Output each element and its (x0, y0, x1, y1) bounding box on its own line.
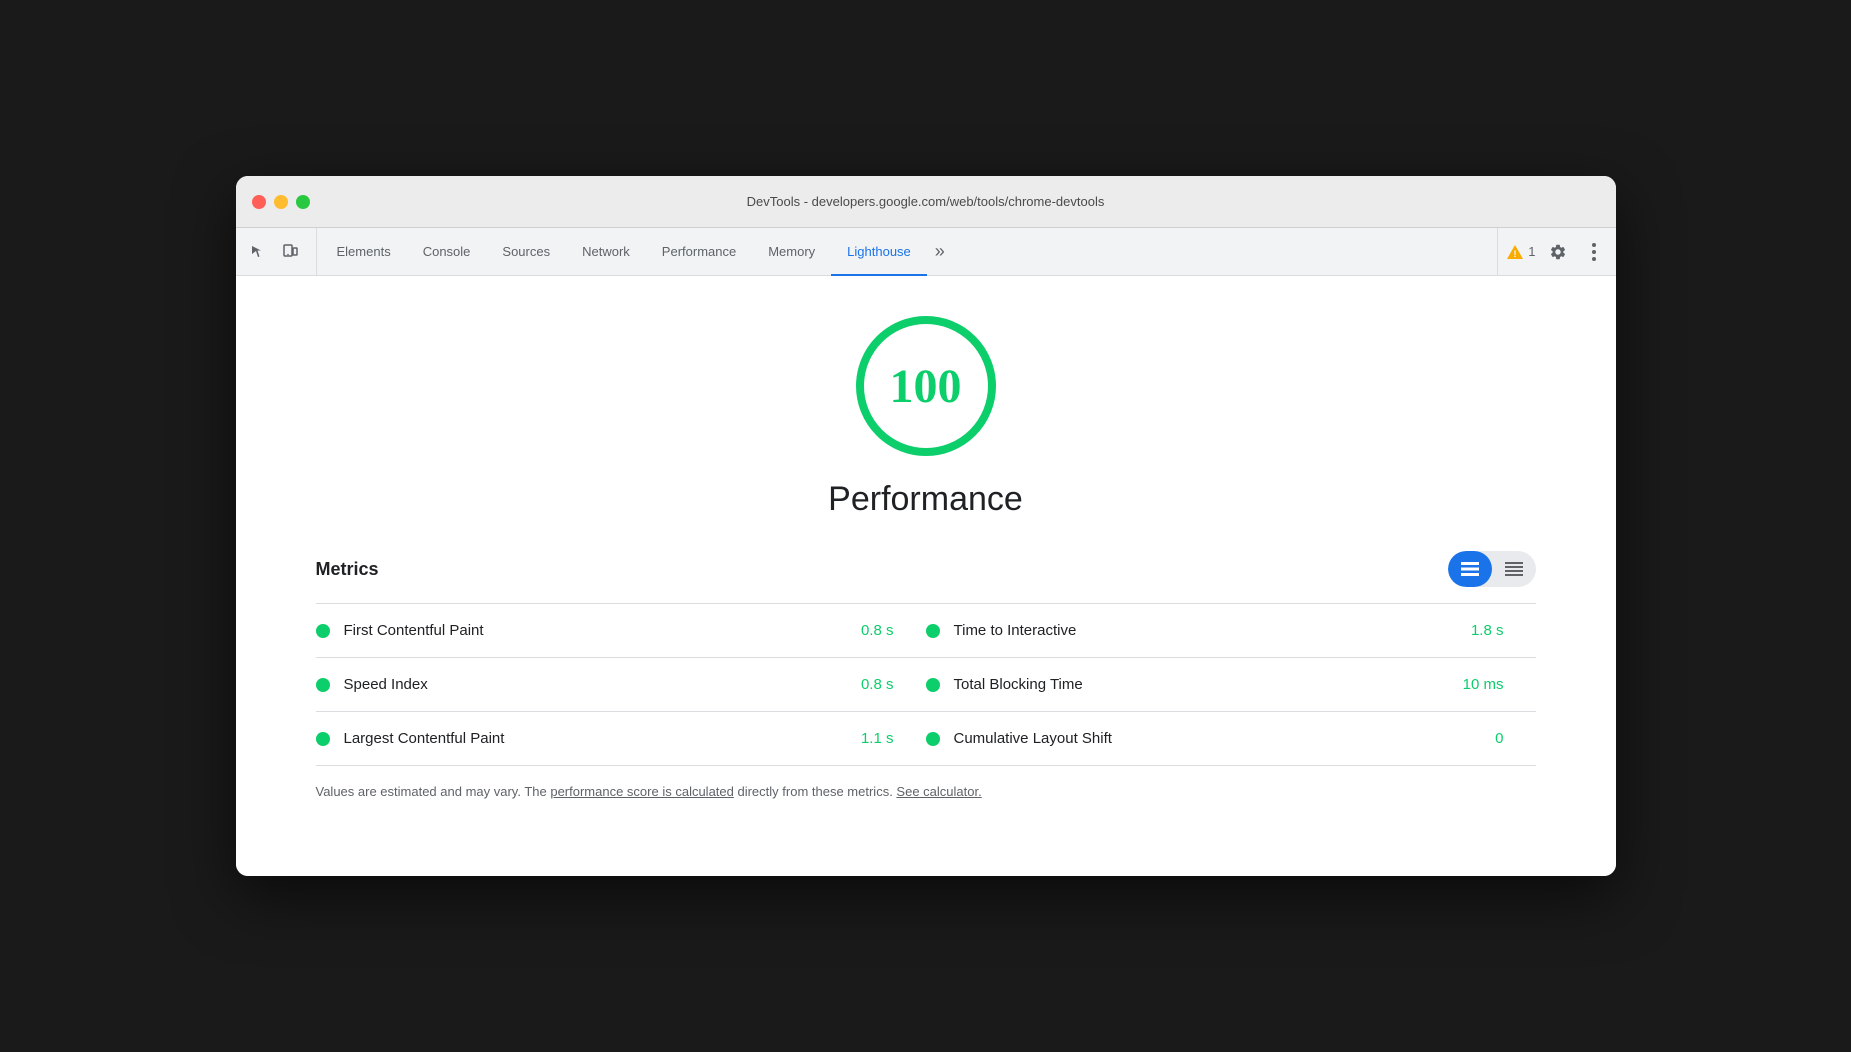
minimize-button[interactable] (274, 195, 288, 209)
metric-dot-cls (926, 732, 940, 746)
toolbar-left (244, 228, 317, 275)
device-icon (282, 244, 298, 260)
metric-row-tti: Time to Interactive 1.8 s (926, 604, 1536, 658)
metric-value-si: 0.8 s (861, 676, 894, 693)
metric-row-lcp: Largest Contentful Paint 1.1 s (316, 712, 926, 766)
metrics-section: Metrics (316, 551, 1536, 802)
grid-view-button[interactable] (1448, 551, 1492, 587)
score-circle: 100 (856, 316, 996, 456)
more-options-button[interactable] (1580, 238, 1608, 266)
close-button[interactable] (252, 195, 266, 209)
list-view-button[interactable] (1492, 551, 1536, 587)
window-title: DevTools - developers.google.com/web/too… (747, 194, 1105, 209)
grid-view-icon (1461, 562, 1479, 576)
more-tabs-button[interactable]: » (927, 228, 953, 275)
tab-sources[interactable]: Sources (486, 229, 566, 276)
main-content: 100 Performance Metrics (236, 276, 1616, 876)
metrics-grid: First Contentful Paint 0.8 s Time to Int… (316, 604, 1536, 766)
metric-value-fcp: 0.8 s (861, 622, 894, 639)
svg-text:!: ! (1514, 249, 1517, 259)
metric-dot-lcp (316, 732, 330, 746)
inspect-icon (250, 244, 266, 260)
view-toggle (1448, 551, 1536, 587)
warning-badge[interactable]: ! 1 (1506, 244, 1535, 260)
score-section: 100 Performance (316, 316, 1536, 519)
metric-value-tbt: 10 ms (1463, 676, 1504, 693)
metric-name-fcp: First Contentful Paint (344, 622, 861, 639)
metric-dot-tti (926, 624, 940, 638)
more-options-icon (1592, 243, 1596, 261)
tab-performance[interactable]: Performance (646, 229, 752, 276)
devtools-window: DevTools - developers.google.com/web/too… (236, 176, 1616, 876)
traffic-lights (252, 195, 310, 209)
tabs: Elements Console Sources Network Perform… (321, 228, 1498, 275)
calculator-link[interactable]: See calculator. (896, 784, 981, 799)
metric-name-tti: Time to Interactive (954, 622, 1471, 639)
score-value: 100 (890, 359, 962, 414)
metric-name-cls: Cumulative Layout Shift (954, 730, 1496, 747)
metric-name-tbt: Total Blocking Time (954, 676, 1463, 693)
metric-name-si: Speed Index (344, 676, 861, 693)
metric-dot-tbt (926, 678, 940, 692)
gear-icon (1549, 243, 1567, 261)
metric-value-lcp: 1.1 s (861, 730, 894, 747)
settings-button[interactable] (1544, 238, 1572, 266)
tab-lighthouse[interactable]: Lighthouse (831, 229, 927, 276)
devtools-toolbar: Elements Console Sources Network Perform… (236, 228, 1616, 276)
metrics-note: Values are estimated and may vary. The p… (316, 782, 1536, 802)
metric-value-cls: 0 (1495, 730, 1503, 747)
metric-dot-fcp (316, 624, 330, 638)
metric-dot-si (316, 678, 330, 692)
tab-network[interactable]: Network (566, 229, 646, 276)
list-view-icon (1505, 562, 1523, 576)
maximize-button[interactable] (296, 195, 310, 209)
tab-memory[interactable]: Memory (752, 229, 831, 276)
toolbar-right: ! 1 (1497, 228, 1607, 275)
tab-elements[interactable]: Elements (321, 229, 407, 276)
title-bar: DevTools - developers.google.com/web/too… (236, 176, 1616, 228)
metrics-header: Metrics (316, 551, 1536, 587)
metric-value-tti: 1.8 s (1471, 622, 1504, 639)
warning-icon: ! (1506, 244, 1524, 260)
device-toolbar-button[interactable] (276, 238, 304, 266)
performance-score-link[interactable]: performance score is calculated (550, 784, 734, 799)
score-label: Performance (828, 480, 1023, 519)
tab-console[interactable]: Console (407, 229, 487, 276)
metric-name-lcp: Largest Contentful Paint (344, 730, 861, 747)
metric-row-tbt: Total Blocking Time 10 ms (926, 658, 1536, 712)
metric-row-fcp: First Contentful Paint 0.8 s (316, 604, 926, 658)
inspect-element-button[interactable] (244, 238, 272, 266)
metric-row-si: Speed Index 0.8 s (316, 658, 926, 712)
metric-row-cls: Cumulative Layout Shift 0 (926, 712, 1536, 766)
metrics-title: Metrics (316, 559, 379, 580)
